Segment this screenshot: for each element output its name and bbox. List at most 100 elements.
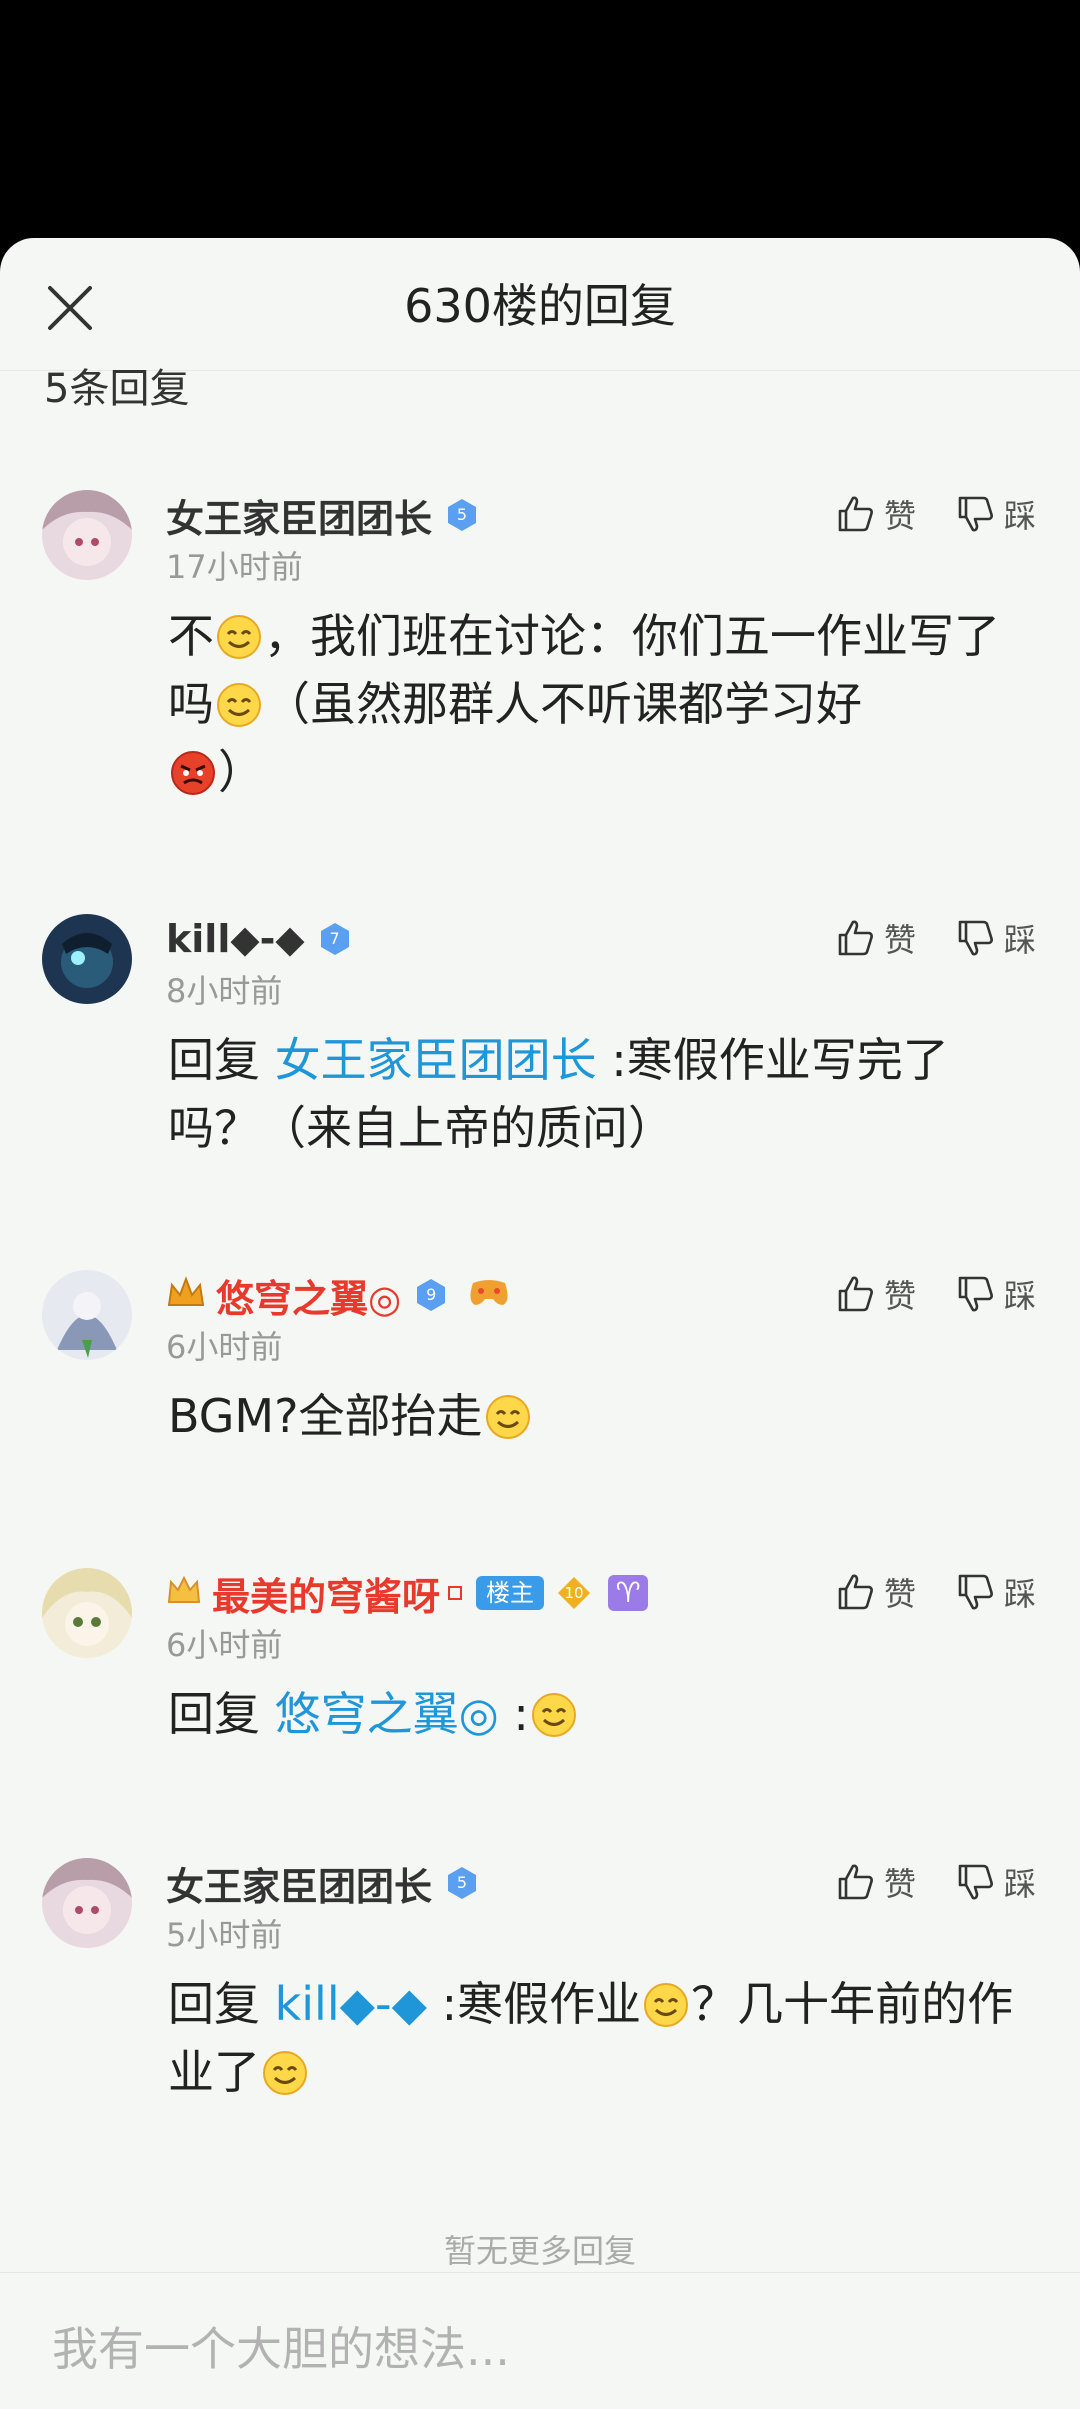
reply-actions: 赞 踩 <box>796 490 1036 538</box>
level-number: 7 <box>329 929 340 948</box>
content-text: BGM?全部抬走 <box>168 1389 483 1443</box>
name-row: 悠穹之翼◎ 9 <box>166 1272 511 1321</box>
reply-actions: 赞 踩 <box>796 1858 1036 1906</box>
reply-content: 不，我们班在讨论：你们五一作业写了吗 （虽然那群人不听课都学习好） <box>168 602 1038 806</box>
avatar[interactable] <box>42 1858 132 1948</box>
timestamp: 17小时前 <box>166 548 303 586</box>
timestamp: 6小时前 <box>166 1328 283 1366</box>
avatar-image <box>42 1858 132 1948</box>
name-row: 最美的穹酱呀 楼主 10 ♈ <box>166 1570 649 1619</box>
smile-emoji-icon <box>216 614 262 660</box>
like-button[interactable]: 赞 <box>836 915 916 961</box>
mention-link[interactable]: 女王家臣团团长 <box>275 1033 597 1087</box>
avatar-image <box>42 914 132 1004</box>
mention-link[interactable]: 悠穹之翼◎ <box>275 1687 499 1741</box>
reply-input[interactable]: 我有一个大胆的想法... <box>52 2313 510 2379</box>
content-text: 不 <box>168 609 214 663</box>
mention-link[interactable]: kill◆-◆ <box>275 1977 427 2031</box>
reply-item: 女王家臣团团长 5 17小时前 赞 踩 不，我们班在讨论：你们五一作业写了吗 （虽… <box>0 490 1080 810</box>
page-title: 630楼的回复 <box>404 279 676 333</box>
thumbs-up-icon <box>836 918 876 958</box>
thumbs-down-icon <box>956 494 996 534</box>
username[interactable]: 女王家臣团团长 <box>166 488 432 543</box>
like-label: 赞 <box>883 1575 916 1613</box>
game-controller-icon <box>467 1275 511 1315</box>
smile-emoji-icon <box>531 1692 577 1738</box>
avatar[interactable] <box>42 1270 132 1360</box>
content-text: : <box>498 1687 529 1741</box>
smile-emoji-icon <box>262 2050 308 2096</box>
smile-emoji-icon <box>216 682 262 728</box>
dislike-label: 踩 <box>1003 1865 1036 1903</box>
reply-content: 回复 女王家臣团团长 :寒假作业写完了吗？（来自上帝的质问） <box>168 1026 1038 1162</box>
dislike-label: 踩 <box>1003 497 1036 535</box>
reply-prefix: 回复 <box>168 1033 260 1087</box>
level-number: 5 <box>456 505 468 524</box>
reply-actions: 赞 踩 <box>796 1270 1036 1318</box>
thumbs-up-icon <box>836 1274 876 1314</box>
thumbs-up-icon <box>836 494 876 534</box>
like-button[interactable]: 赞 <box>836 1859 916 1905</box>
name-row: 女王家臣团团长 5 <box>166 1860 480 1909</box>
reply-item: 悠穹之翼◎ 9 6小时前 赞 踩 BGM?全部抬走 <box>0 1270 1080 1470</box>
no-more-replies-text: 暂无更多回复 <box>443 2232 636 2270</box>
reply-item: kill◆-◆ 7 8小时前 赞 踩 回复 女王家臣团团长 :寒假作业写完了吗？… <box>0 914 1080 1174</box>
avatar-image <box>42 1568 132 1658</box>
dislike-label: 踩 <box>1003 1575 1036 1613</box>
like-button[interactable]: 赞 <box>836 1569 916 1615</box>
level-number: 9 <box>426 1285 437 1304</box>
dislike-label: 踩 <box>1003 1277 1036 1315</box>
vip-crown-icon <box>166 1574 202 1612</box>
name-row: kill◆-◆ 7 <box>166 916 353 962</box>
username[interactable]: 最美的穹酱呀 <box>212 1566 440 1621</box>
reply-actions: 赞 踩 <box>796 914 1036 962</box>
level-badge: 5 <box>444 1865 480 1901</box>
thumbs-down-icon <box>956 1572 996 1612</box>
reply-actions: 赞 踩 <box>796 1568 1036 1616</box>
dislike-button[interactable]: 踩 <box>956 491 1036 537</box>
timestamp: 5小时前 <box>166 1916 283 1954</box>
dislike-button[interactable]: 踩 <box>956 915 1036 961</box>
decoration-icon <box>448 1586 463 1600</box>
avatar[interactable] <box>42 1568 132 1658</box>
reply-prefix: 回复 <box>168 1977 260 2031</box>
dislike-button[interactable]: 踩 <box>956 1859 1036 1905</box>
thumbs-up-icon <box>836 1572 876 1612</box>
level-badge: 10 <box>556 1575 592 1611</box>
timestamp: 8小时前 <box>166 972 283 1010</box>
avatar[interactable] <box>42 914 132 1004</box>
angry-emoji-icon <box>170 750 216 796</box>
reply-sheet: 630楼的回复 5条回复 女王家臣团团长 5 17小时前 赞 踩 不 ，我们班在… <box>0 238 1080 2409</box>
sheet-header: 630楼的回复 <box>0 238 1080 371</box>
thumbs-up-icon <box>836 1862 876 1902</box>
like-button[interactable]: 赞 <box>836 1271 916 1317</box>
like-label: 赞 <box>883 921 916 959</box>
level-number: 5 <box>456 1873 468 1892</box>
dislike-button[interactable]: 踩 <box>956 1569 1036 1615</box>
reply-content: 回复 kill◆-◆ :寒假作业 ？几十年前的作业了 <box>168 1970 1038 2106</box>
host-badge: 楼主 <box>476 1576 545 1610</box>
like-label: 赞 <box>883 497 916 535</box>
like-label: 赞 <box>883 1865 916 1903</box>
avatar-image <box>42 490 132 580</box>
like-button[interactable]: 赞 <box>836 491 916 537</box>
content-text: （虽然那群人不听课都学习好 <box>264 677 862 731</box>
content-text: ） <box>218 745 264 799</box>
content-text: :寒假作业 <box>426 1977 642 2031</box>
username[interactable]: 悠穹之翼◎ <box>216 1268 401 1323</box>
username[interactable]: kill◆-◆ <box>166 917 305 961</box>
dislike-label: 踩 <box>1003 921 1036 959</box>
reply-item: 最美的穹酱呀 楼主 10 ♈ 6小时前 赞 踩 回复 悠穹之翼◎ : <box>0 1568 1080 1768</box>
reply-item: 女王家臣团团长 5 5小时前 赞 踩 回复 kill◆-◆ :寒假作业 ？几十年前… <box>0 1858 1080 2118</box>
reply-content: 回复 悠穹之翼◎ : <box>168 1680 1038 1748</box>
level-badge: 9 <box>413 1277 449 1313</box>
smile-emoji-icon <box>643 1982 689 2028</box>
username[interactable]: 女王家臣团团长 <box>166 1856 432 1911</box>
smile-emoji-icon <box>485 1394 531 1440</box>
reply-input-bar: 我有一个大胆的想法... <box>0 2272 1080 2409</box>
avatar[interactable] <box>42 490 132 580</box>
timestamp: 6小时前 <box>166 1626 283 1664</box>
reply-content: BGM?全部抬走 <box>168 1382 1038 1450</box>
level-badge: 7 <box>317 921 353 957</box>
dislike-button[interactable]: 踩 <box>956 1271 1036 1317</box>
